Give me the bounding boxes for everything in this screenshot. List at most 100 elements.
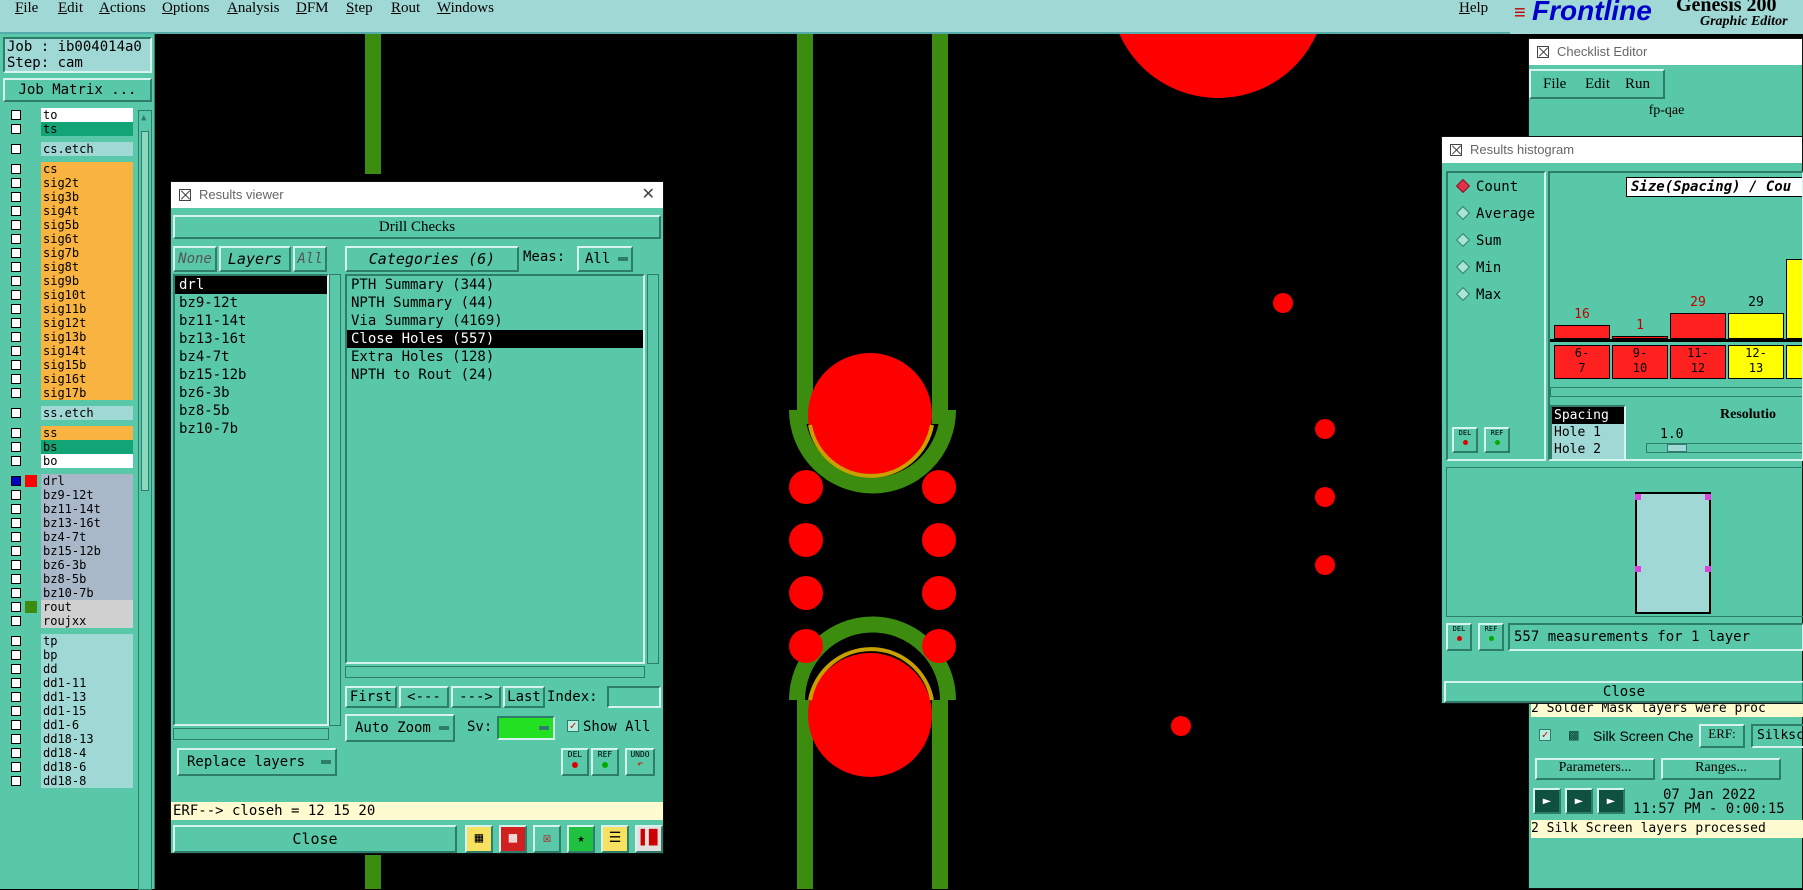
histogram-close-button[interactable]: Close bbox=[1444, 681, 1803, 703]
layer-row[interactable]: bz11-14t bbox=[11, 502, 133, 516]
layer-row[interactable]: dd18-13 bbox=[11, 732, 133, 746]
layer-checkbox[interactable] bbox=[11, 124, 21, 134]
histogram-hscroll[interactable] bbox=[1550, 387, 1802, 397]
next-button[interactable]: ---> bbox=[451, 686, 501, 708]
layer-row[interactable]: cs bbox=[11, 162, 133, 176]
layer-row[interactable]: sig10t bbox=[11, 288, 133, 302]
layer-checkbox[interactable] bbox=[11, 574, 21, 584]
all-button[interactable]: All bbox=[293, 246, 327, 272]
layer-row[interactable]: dd1-13 bbox=[11, 690, 133, 704]
layer-row[interactable]: bz9-12t bbox=[11, 488, 133, 502]
list-item[interactable]: bz11-14t bbox=[175, 312, 327, 330]
resolution-slider[interactable] bbox=[1646, 443, 1802, 453]
results-viewer-titlebar[interactable]: Results viewer ✕ bbox=[171, 182, 663, 208]
layer-row[interactable]: bp bbox=[11, 648, 133, 662]
layer-row[interactable]: sig7b bbox=[11, 246, 133, 260]
list-item[interactable]: bz13-16t bbox=[175, 330, 327, 348]
layer-checkbox[interactable] bbox=[11, 332, 21, 342]
layer-checkbox[interactable] bbox=[11, 650, 21, 660]
layer-checkbox[interactable] bbox=[11, 192, 21, 202]
layer-checkbox[interactable] bbox=[11, 476, 21, 486]
layer-checkbox[interactable] bbox=[11, 490, 21, 500]
ref-button[interactable]: REF bbox=[591, 748, 619, 776]
list-item[interactable]: Extra Holes (128) bbox=[347, 348, 643, 366]
layer-checkbox[interactable] bbox=[11, 664, 21, 674]
layer-checkbox[interactable] bbox=[11, 720, 21, 730]
layer-row[interactable]: cs.etch bbox=[11, 142, 133, 156]
layer-checkbox[interactable] bbox=[11, 164, 21, 174]
layer-row[interactable]: tp bbox=[11, 634, 133, 648]
window-menu-icon[interactable] bbox=[1537, 46, 1549, 58]
layer-row[interactable]: drl bbox=[11, 474, 133, 488]
menu-edit[interactable]: Edit bbox=[1585, 71, 1610, 97]
layer-checkbox[interactable] bbox=[11, 602, 21, 612]
layer-checkbox[interactable] bbox=[11, 442, 21, 452]
auto-zoom-dropdown[interactable]: Auto Zoom bbox=[345, 714, 455, 742]
run-icon-2[interactable]: ► bbox=[1565, 788, 1593, 814]
histogram-bar[interactable] bbox=[1670, 313, 1726, 339]
layer-checkbox[interactable] bbox=[11, 560, 21, 570]
hist-del-button[interactable]: DEL bbox=[1446, 623, 1472, 651]
ranges-button[interactable]: Ranges... bbox=[1661, 758, 1781, 780]
layer-row[interactable]: bz15-12b bbox=[11, 544, 133, 558]
layer-row[interactable]: dd18-4 bbox=[11, 746, 133, 760]
last-button[interactable]: Last bbox=[503, 686, 545, 708]
job-matrix-button[interactable]: Job Matrix ... bbox=[3, 78, 152, 102]
layer-checkbox[interactable] bbox=[11, 360, 21, 370]
layer-row[interactable]: sig4t bbox=[11, 204, 133, 218]
list-item[interactable]: drl bbox=[175, 276, 327, 294]
menu-file[interactable]: File bbox=[1543, 71, 1566, 97]
parameters-button[interactable]: Parameters... bbox=[1535, 758, 1655, 780]
layer-row[interactable]: to bbox=[11, 108, 133, 122]
layer-list-vscroll[interactable] bbox=[329, 274, 341, 726]
layer-checkbox[interactable] bbox=[11, 776, 21, 786]
tool-icon-2[interactable]: ▩ bbox=[499, 825, 527, 853]
layer-checkbox[interactable] bbox=[11, 144, 21, 154]
results-close-button[interactable]: Close bbox=[173, 825, 457, 853]
layer-list-scrollbar[interactable]: ▲ bbox=[138, 110, 152, 890]
list-item[interactable]: Hole 1 bbox=[1552, 424, 1624, 441]
radio-count[interactable]: Count bbox=[1455, 178, 1518, 195]
layer-row[interactable]: sig2t bbox=[11, 176, 133, 190]
layer-row[interactable]: dd18-6 bbox=[11, 760, 133, 774]
tool-icon-3[interactable]: ☒ bbox=[533, 825, 561, 853]
list-item[interactable]: bz4-7t bbox=[175, 348, 327, 366]
undo-button[interactable]: UNDO ↶ bbox=[625, 748, 655, 776]
categories-hscroll[interactable] bbox=[345, 666, 645, 678]
list-item[interactable]: NPTH to Rout (24) bbox=[347, 366, 643, 384]
layer-row[interactable]: ss.etch bbox=[11, 406, 133, 420]
layer-row[interactable]: sig3b bbox=[11, 190, 133, 204]
layer-checkbox[interactable] bbox=[11, 456, 21, 466]
layer-row[interactable]: bz4-7t bbox=[11, 530, 133, 544]
list-item[interactable]: bz9-12t bbox=[175, 294, 327, 312]
sv-color-selector[interactable] bbox=[497, 716, 555, 740]
list-item[interactable]: Hole 2 bbox=[1552, 441, 1624, 458]
list-item[interactable]: bz8-5b bbox=[175, 402, 327, 420]
layer-row[interactable]: sig17b bbox=[11, 386, 133, 400]
close-icon[interactable]: ✕ bbox=[642, 182, 655, 208]
hist-del-small[interactable]: DEL bbox=[1452, 427, 1478, 453]
list-item[interactable]: Close Holes (557) bbox=[347, 330, 643, 348]
layer-row[interactable]: rout bbox=[11, 600, 133, 614]
layer-row[interactable]: dd1-15 bbox=[11, 704, 133, 718]
checklist-titlebar[interactable]: Checklist Editor bbox=[1529, 39, 1802, 65]
layer-row[interactable]: sig14t bbox=[11, 344, 133, 358]
layer-row[interactable]: sig8t bbox=[11, 260, 133, 274]
layer-checkbox[interactable] bbox=[11, 428, 21, 438]
layer-row[interactable]: dd bbox=[11, 662, 133, 676]
layer-checkbox[interactable] bbox=[11, 706, 21, 716]
menu-options[interactable]: Options bbox=[162, 0, 210, 17]
layer-checkbox[interactable] bbox=[11, 290, 21, 300]
hist-ref-button[interactable]: REF bbox=[1478, 623, 1504, 651]
erf-button[interactable]: ERF: bbox=[1699, 724, 1745, 748]
layer-checkbox[interactable] bbox=[11, 692, 21, 702]
menu-dfm[interactable]: DFM bbox=[296, 0, 329, 17]
layer-checkbox[interactable] bbox=[11, 388, 21, 398]
menu-step[interactable]: Step bbox=[346, 0, 373, 17]
layer-checkbox[interactable] bbox=[11, 110, 21, 120]
window-menu-icon[interactable] bbox=[179, 189, 191, 201]
layer-row[interactable]: sig12t bbox=[11, 316, 133, 330]
list-item[interactable]: NPTH Summary (44) bbox=[347, 294, 643, 312]
layer-checkbox[interactable] bbox=[11, 262, 21, 272]
layer-row[interactable]: ss bbox=[11, 426, 133, 440]
